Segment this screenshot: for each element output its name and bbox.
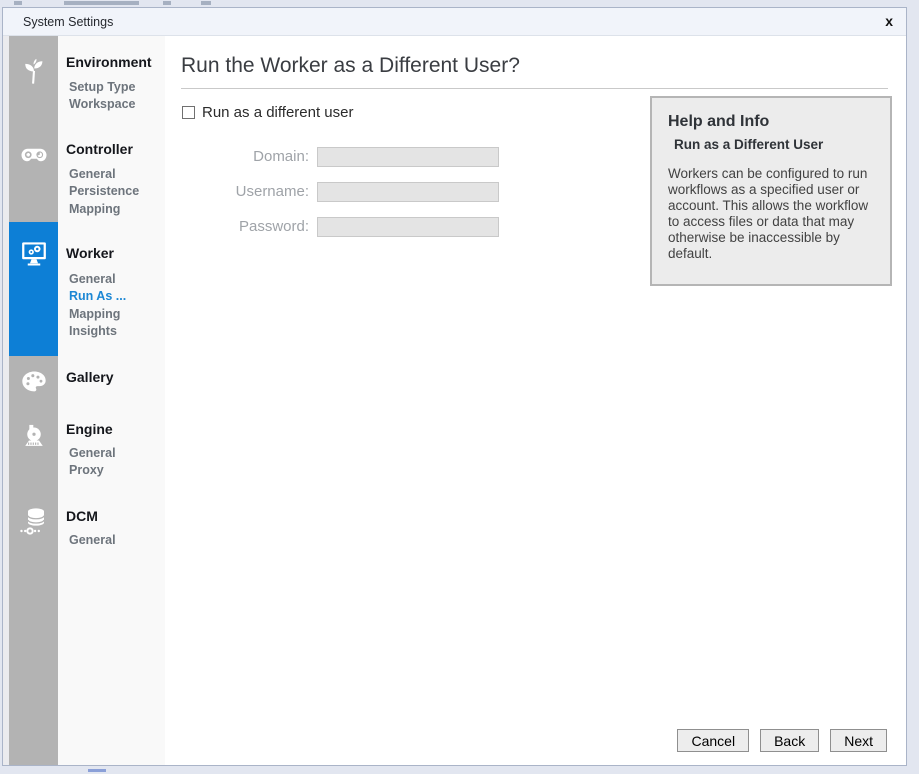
help-and-info-panel: Help and Info Run as a Different User Wo…	[650, 96, 892, 286]
database-network-icon[interactable]	[18, 504, 50, 538]
run-as-checkbox[interactable]	[182, 106, 195, 119]
page-title: Run the Worker as a Different User?	[181, 54, 520, 78]
nav-item-worker-mapping[interactable]: Mapping	[69, 307, 120, 321]
nav-section-environment[interactable]: Environment	[66, 54, 152, 70]
domain-label: Domain:	[209, 148, 309, 165]
nav-section-dcm[interactable]: DCM	[66, 508, 98, 524]
window-title: System Settings	[23, 15, 113, 29]
nav-item-controller-general[interactable]: General	[69, 167, 116, 181]
nav-item-controller-mapping[interactable]: Mapping	[69, 202, 120, 216]
system-settings-dialog: System Settings x	[2, 7, 907, 766]
run-as-checkbox-label: Run as a different user	[202, 104, 353, 121]
nav-item-engine-general[interactable]: General	[69, 446, 116, 460]
help-subtitle: Run as a Different User	[674, 137, 874, 152]
background-window-fragment	[201, 1, 211, 5]
engine-icon[interactable]	[20, 421, 48, 451]
help-title: Help and Info	[668, 113, 874, 131]
nav-item-dcm-general[interactable]: General	[69, 533, 116, 547]
background-window-fragment	[88, 769, 106, 772]
nav-item-persistence[interactable]: Persistence	[69, 184, 139, 198]
nav-section-engine[interactable]: Engine	[66, 421, 113, 437]
gamepad-icon[interactable]	[18, 140, 50, 170]
background-window-fragment	[64, 1, 139, 5]
nav-section-gallery[interactable]: Gallery	[66, 369, 113, 385]
password-label: Password:	[209, 218, 309, 235]
nav-item-setup-type[interactable]: Setup Type	[69, 80, 135, 94]
cancel-button[interactable]: Cancel	[677, 729, 749, 752]
nav-item-workspace[interactable]: Workspace	[69, 97, 135, 111]
main-content: Run the Worker as a Different User? Run …	[165, 36, 906, 765]
username-label: Username:	[209, 183, 309, 200]
palette-icon[interactable]	[19, 368, 49, 396]
nav-item-insights[interactable]: Insights	[69, 324, 117, 338]
username-input	[317, 182, 499, 202]
monitor-gears-icon[interactable]	[19, 238, 49, 268]
domain-input	[317, 147, 499, 167]
background-window-fragment	[14, 1, 22, 5]
seedling-icon[interactable]	[20, 58, 48, 86]
help-body: Workers can be configured to run workflo…	[668, 166, 874, 262]
password-input	[317, 217, 499, 237]
title-bar: System Settings x	[3, 8, 906, 36]
close-button[interactable]: x	[885, 12, 893, 30]
icon-rail	[9, 36, 58, 765]
dialog-buttons: Cancel Back Next	[677, 729, 887, 752]
run-as-checkbox-row: Run as a different user	[182, 104, 353, 121]
nav-section-controller[interactable]: Controller	[66, 141, 133, 157]
nav-section-worker[interactable]: Worker	[66, 245, 114, 261]
heading-divider	[181, 88, 888, 89]
nav-item-run-as[interactable]: Run As ...	[69, 289, 126, 303]
settings-nav: Environment Setup Type Workspace Control…	[58, 36, 165, 765]
nav-item-worker-general[interactable]: General	[69, 272, 116, 286]
next-button[interactable]: Next	[830, 729, 887, 752]
back-button[interactable]: Back	[760, 729, 819, 752]
nav-item-proxy[interactable]: Proxy	[69, 463, 104, 477]
background-window-fragment	[163, 1, 171, 5]
